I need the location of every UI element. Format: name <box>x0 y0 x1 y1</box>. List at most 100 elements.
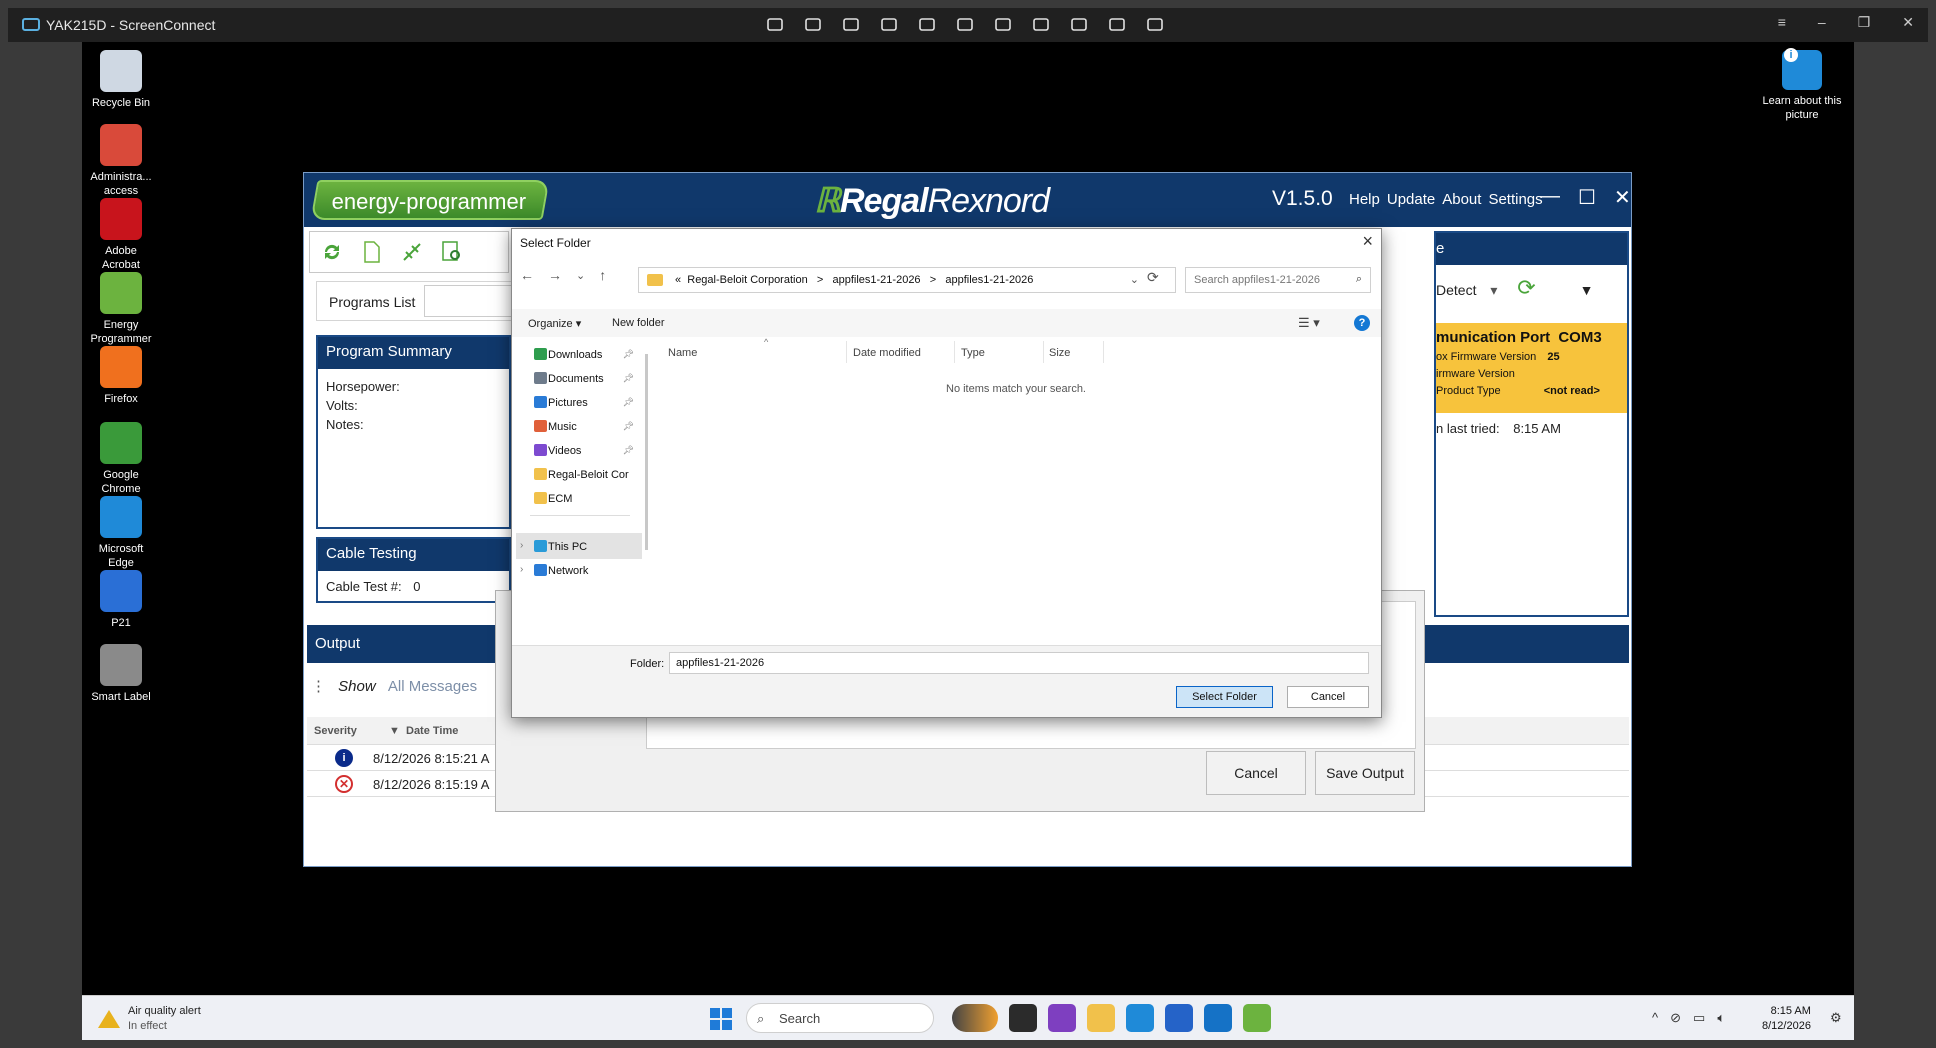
tree-item[interactable]: Music 📌︎ <box>516 413 642 439</box>
address-bar[interactable]: « Regal-Beloit Corporation > appfiles1-2… <box>638 267 1176 293</box>
refresh-icon[interactable]: ⟳ <box>1517 275 1535 300</box>
tree-item[interactable]: › This PC <box>516 533 642 559</box>
learn-about-picture[interactable]: i Learn about this picture <box>1762 48 1842 122</box>
menu-icon[interactable]: ≡ <box>1778 14 1786 31</box>
search-input[interactable]: Search appfiles1-21-2026 ⌕ <box>1185 267 1371 293</box>
desktop-icon[interactable]: Recycle Bin <box>86 50 156 110</box>
cancel-button[interactable]: Cancel <box>1206 751 1306 795</box>
terminal-icon[interactable] <box>1009 1004 1037 1032</box>
plus-icon[interactable] <box>1105 12 1129 38</box>
tree-item[interactable]: Pictures 📌︎ <box>516 389 642 415</box>
expand-chevron-icon[interactable]: › <box>520 564 523 575</box>
select-folder-dialog: Select Folder × ← → ⌄ ↑ « Regal-Beloit C… <box>511 228 1382 718</box>
folder-input[interactable]: appfiles1-21-2026 <box>669 652 1369 674</box>
chevron-up-icon[interactable]: ^ <box>1652 1010 1658 1026</box>
refresh-icon[interactable]: ⟳ <box>1147 269 1159 286</box>
outlook-icon[interactable] <box>1204 1004 1232 1032</box>
column-date-modified[interactable]: Date modified <box>853 347 921 359</box>
desktop-icon[interactable]: Adobe Acrobat <box>86 198 156 272</box>
start-button[interactable] <box>710 1008 732 1030</box>
breadcrumb-appfiles-current[interactable]: appfiles1-21-2026 <box>945 274 1033 286</box>
display-icon[interactable] <box>763 12 787 38</box>
desktop-icon[interactable]: Administra... access <box>86 124 156 198</box>
view-options-icon[interactable]: ☰ ▾ <box>1298 315 1320 331</box>
new-document-icon[interactable] <box>360 240 384 264</box>
toolbox-icon[interactable] <box>839 12 863 38</box>
menu-update[interactable]: Update <box>1387 191 1435 208</box>
chat-icon[interactable] <box>1067 12 1091 38</box>
weather-widget[interactable]: Air quality alert In effect <box>98 1004 201 1034</box>
tree-item[interactable]: Documents 📌︎ <box>516 365 642 391</box>
file-explorer-icon[interactable] <box>1087 1004 1115 1032</box>
tree-item[interactable]: Downloads 📌︎ <box>516 341 642 367</box>
desktop-icon[interactable]: Smart Label <box>86 644 156 704</box>
store-icon[interactable] <box>1165 1004 1193 1032</box>
chevron-down-icon[interactable]: ⌄ <box>576 267 585 283</box>
lightning-icon[interactable] <box>801 12 825 38</box>
network-off-icon[interactable]: ⊘ <box>1670 1010 1681 1026</box>
close-button[interactable]: ✕ <box>1902 14 1914 31</box>
minimize-button[interactable]: – <box>1818 14 1826 31</box>
display-icon[interactable]: ▭ <box>1693 1010 1705 1026</box>
up-icon[interactable]: ↑ <box>599 267 606 283</box>
info-icon[interactable] <box>1143 12 1167 38</box>
desktop-icon[interactable]: Google Chrome <box>86 422 156 496</box>
microphone-icon[interactable] <box>953 12 977 38</box>
toggle-app-icon[interactable] <box>952 1004 998 1032</box>
organize-button[interactable]: Organize ▾ <box>528 317 581 330</box>
restore-button[interactable]: ❐ <box>1858 14 1871 31</box>
pen-icon[interactable] <box>1029 12 1053 38</box>
save-output-button[interactable]: Save Output <box>1315 751 1415 795</box>
desktop-icon[interactable]: P21 <box>86 570 156 630</box>
preview-icon[interactable] <box>440 240 464 264</box>
column-size[interactable]: Size <box>1049 347 1070 359</box>
menu-about[interactable]: About <box>1442 191 1481 208</box>
menu-settings[interactable]: Settings <box>1488 191 1542 208</box>
breadcrumb-regal[interactable]: Regal-Beloit Corporation <box>687 274 807 286</box>
connect-icon[interactable] <box>400 240 424 264</box>
show-filter-value[interactable]: All Messages <box>388 678 477 695</box>
dialog-close-button[interactable]: × <box>1362 231 1373 252</box>
clock[interactable]: 8:15 AM 8/12/2026 <box>1762 1004 1811 1034</box>
notification-icon[interactable]: ⚙ <box>1830 1010 1842 1026</box>
expand-chevron-icon[interactable]: › <box>520 540 523 551</box>
edge-icon[interactable] <box>1126 1004 1154 1032</box>
taskbar-search[interactable]: ⌕ Search <box>746 1003 934 1033</box>
back-icon[interactable]: ← <box>520 267 534 283</box>
programs-list-dropdown[interactable] <box>424 285 514 317</box>
app-maximize-button[interactable]: ☐ <box>1578 185 1596 210</box>
firefox-icon <box>100 346 142 388</box>
app-close-button[interactable]: ✕ <box>1614 185 1631 210</box>
datetime-column-header[interactable]: ▼ Date Time <box>389 725 458 737</box>
app-minimize-button[interactable]: — <box>1540 185 1560 210</box>
breadcrumb-appfiles[interactable]: appfiles1-21-2026 <box>832 274 920 286</box>
m365-icon[interactable] <box>1048 1004 1076 1032</box>
column-name[interactable]: Name <box>668 347 697 359</box>
dialog-cancel-button[interactable]: Cancel <box>1287 686 1369 708</box>
tree-item[interactable]: Regal-Beloit Cor <box>516 461 642 487</box>
forward-icon[interactable]: → <box>548 267 562 283</box>
desktop-icon[interactable]: Microsoft Edge <box>86 496 156 570</box>
help-icon[interactable]: ? <box>1354 315 1370 331</box>
select-folder-button[interactable]: Select Folder <box>1176 686 1273 708</box>
desktop-icon[interactable]: Energy Programmer <box>86 272 156 346</box>
energy-programmer-icon[interactable] <box>1243 1004 1271 1032</box>
tree-item[interactable]: › Network <box>516 557 642 583</box>
desktop-icon[interactable]: Firefox <box>86 346 156 406</box>
grip-icon[interactable]: ⋮ <box>311 678 326 695</box>
address-dropdown-icon[interactable]: ⌄ <box>1130 273 1139 286</box>
swap-icon[interactable] <box>877 12 901 38</box>
severity-column-header[interactable]: Severity <box>314 725 357 737</box>
tree-scrollbar[interactable] <box>645 354 648 550</box>
tree-item[interactable]: ECM <box>516 485 642 511</box>
column-type[interactable]: Type <box>961 347 985 359</box>
users-icon[interactable] <box>991 12 1015 38</box>
new-folder-button[interactable]: New folder <box>612 317 665 329</box>
volume-icon[interactable]: 🔈︎ <box>1717 1010 1725 1026</box>
detect-dropdown[interactable]: Detect ▾ ⟳ ▼ <box>1436 275 1593 301</box>
chevron-down-icon[interactable]: ▼ <box>1580 282 1594 298</box>
tree-item[interactable]: Videos 📌︎ <box>516 437 642 463</box>
refresh-icon[interactable] <box>320 240 344 264</box>
menu-help[interactable]: Help <box>1349 191 1380 208</box>
camera-icon[interactable] <box>915 12 939 38</box>
